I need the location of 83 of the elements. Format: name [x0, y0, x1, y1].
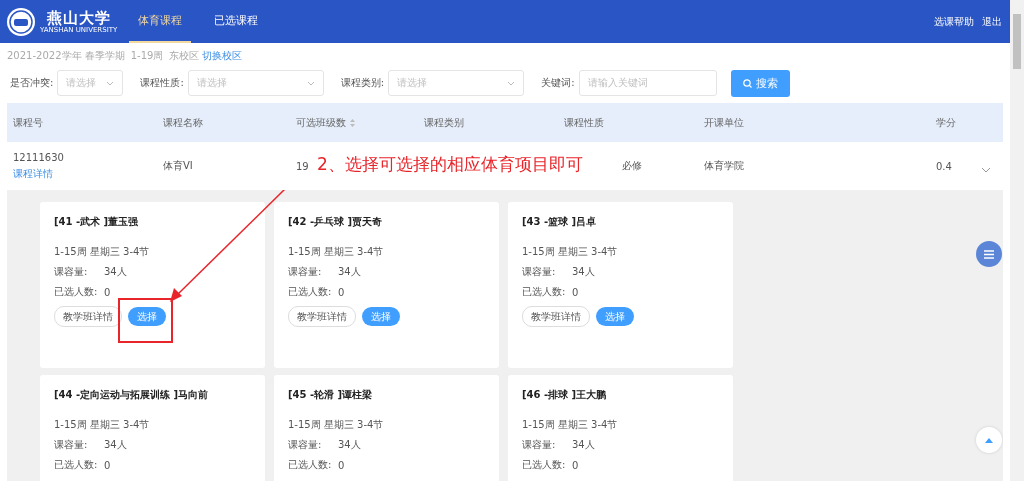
filter-label: 是否冲突: [10, 76, 54, 90]
back-to-top-button[interactable] [976, 427, 1002, 453]
table-cell: 0.4 [936, 160, 952, 172]
search-button[interactable]: 搜索 [730, 69, 790, 97]
nav-tab[interactable]: 体育课程 [129, 0, 192, 43]
enrolled-label: 已选人数: [522, 285, 567, 299]
course-detail-link[interactable]: 课程详情 [13, 166, 163, 181]
nav-tab[interactable]: 已选课程 [205, 0, 268, 43]
filter-label: 课程性质: [140, 76, 184, 90]
capacity-value: 34人 [572, 265, 595, 279]
select-button[interactable]: 选择 [128, 307, 166, 326]
filter-label: 关键词: [541, 76, 575, 90]
class-title: [44 -定向运动与拓展训练 ]马向前 [54, 388, 210, 402]
capacity-label: 课容量: [54, 438, 89, 452]
course-number: 12111630 [13, 151, 65, 163]
schedule-text: 1-15周 星期三 3-4节 [288, 418, 385, 432]
schedule-text: 1-15周 星期三 3-4节 [54, 245, 151, 259]
annotation-text: 2、选择可选择的相应体育项目即可 [317, 153, 583, 176]
class-detail-button[interactable]: 教学班详情 [288, 306, 356, 327]
header-link[interactable]: 退出 [982, 0, 1002, 43]
schedule-text: 1-15周 星期三 3-4节 [54, 418, 151, 432]
select-button[interactable]: 选择 [596, 307, 634, 326]
capacity-value: 34人 [572, 438, 595, 452]
class-title: [46 -排球 ]王大鹏 [522, 388, 608, 402]
column-header[interactable]: 课程性质 [564, 115, 604, 130]
column-header[interactable]: 课程名称 [163, 115, 203, 130]
enrolled-label: 已选人数: [54, 285, 99, 299]
capacity-value: 34人 [338, 265, 361, 279]
table-cell: 必修 [622, 159, 642, 173]
column-header[interactable]: 可选班级数 [296, 115, 346, 130]
header-link[interactable]: 选课帮助 [934, 0, 974, 43]
campus-label: 东校区 [169, 49, 200, 63]
chevron-down-icon [306, 80, 315, 86]
capacity-value: 34人 [338, 438, 361, 452]
university-name: 燕山大学 [46, 9, 111, 26]
chevron-down-icon[interactable] [981, 167, 991, 173]
enrolled-value: 0 [338, 459, 345, 471]
capacity-label: 课容量: [54, 265, 89, 279]
column-header[interactable]: 学分 [936, 115, 956, 130]
sort-icon[interactable] [350, 118, 355, 127]
capacity-value: 34人 [104, 265, 127, 279]
filter-label: 课程类别: [340, 76, 385, 90]
enrolled-label: 已选人数: [54, 458, 99, 472]
table-cell: 体育VI [163, 159, 193, 173]
chevron-down-icon [507, 80, 516, 86]
switch-campus-link[interactable]: 切换校区 [202, 49, 243, 63]
column-header[interactable]: 课程类别 [424, 115, 464, 130]
class-title: [42 -乒乓球 ]贾天奇 [288, 215, 384, 229]
chevron-down-icon [106, 80, 115, 86]
schedule-text: 1-15周 星期三 3-4节 [288, 245, 385, 259]
class-detail-button[interactable]: 教学班详情 [54, 306, 122, 327]
caret-up-icon [985, 437, 993, 443]
term-label: 2021-2022学年 春季学期 [7, 49, 125, 63]
capacity-label: 课容量: [288, 438, 323, 452]
class-detail-button[interactable]: 教学班详情 [522, 306, 590, 327]
class-title: [45 -轮滑 ]谭柱梁 [288, 388, 374, 402]
schedule-text: 1-15周 星期三 3-4节 [522, 245, 619, 259]
schedule-text: 1-15周 星期三 3-4节 [522, 418, 619, 432]
university-emblem-icon [6, 6, 36, 37]
capacity-label: 课容量: [522, 438, 557, 452]
enrolled-label: 已选人数: [288, 285, 333, 299]
enrolled-value: 0 [104, 459, 111, 471]
capacity-value: 34人 [104, 438, 127, 452]
enrolled-value: 0 [572, 286, 579, 298]
column-header[interactable]: 课程号 [13, 115, 43, 130]
table-cell: 19 [296, 160, 309, 172]
search-icon [742, 78, 752, 88]
class-title: [41 -武术 ]董玉强 [54, 215, 140, 229]
select-button[interactable]: 选择 [362, 307, 400, 326]
weeks-label: 1-19周 [130, 49, 164, 63]
capacity-label: 课容量: [288, 265, 323, 279]
column-header[interactable]: 开课单位 [704, 115, 744, 130]
class-title: [43 -篮球 ]吕卓 [522, 215, 598, 229]
enrolled-label: 已选人数: [288, 458, 333, 472]
menu-icon [984, 249, 994, 259]
table-cell: 体育学院 [704, 159, 744, 173]
menu-button[interactable] [976, 241, 1002, 267]
enrolled-value: 0 [104, 286, 111, 298]
capacity-label: 课容量: [522, 265, 557, 279]
scrollbar[interactable] [1010, 0, 1024, 481]
enrolled-value: 0 [572, 459, 579, 471]
enrolled-value: 0 [338, 286, 345, 298]
enrolled-label: 已选人数: [522, 458, 567, 472]
